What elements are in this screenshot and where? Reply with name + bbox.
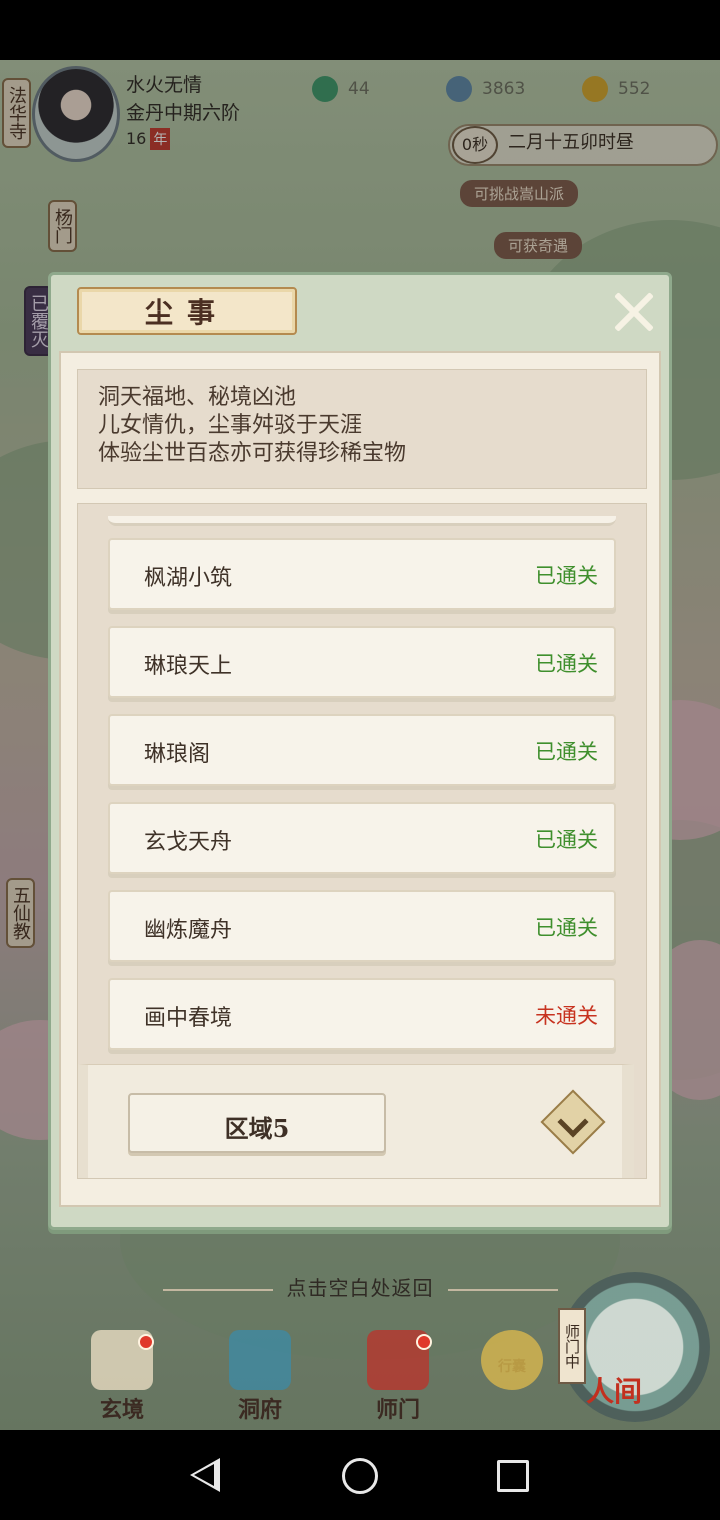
notification-dot — [138, 1334, 154, 1350]
list-item[interactable]: 玄戈天舟 已通关 — [108, 802, 616, 874]
dungeon-status: 已通关 — [535, 916, 598, 940]
nav-shimen[interactable]: 师门 — [348, 1330, 448, 1425]
bag-icon — [481, 1330, 543, 1390]
human-world-label: 人间 — [586, 1375, 643, 1408]
close-icon[interactable] — [611, 289, 657, 335]
dungeon-name: 枫湖小筑 — [144, 566, 233, 591]
dungeon-name: 琳琅阁 — [144, 742, 211, 767]
dungeon-list[interactable]: 枫湖小筑 已通关 琳琅天上 已通关 琳琅阁 已通关 玄戈天舟 已通关 幽炼魔舟 … — [77, 503, 647, 1179]
region-selector: 区域5 — [78, 1064, 634, 1178]
system-nav-bar — [0, 1430, 720, 1520]
dismiss-hint-text: 点击空白处返回 — [286, 1276, 434, 1300]
description-line: 洞天福地、秘境凶池 — [98, 385, 297, 410]
description-line: 体验尘世百态亦可获得珍稀宝物 — [98, 441, 407, 466]
in-sect-tag: 师门中 — [558, 1308, 586, 1384]
dungeon-status: 未通关 — [535, 1004, 598, 1028]
back-icon[interactable] — [190, 1458, 220, 1492]
list-item[interactable]: 琳琅阁 已通关 — [108, 714, 616, 786]
chevron-down-icon — [557, 1106, 589, 1138]
nav-xingnang[interactable]: 行囊 — [462, 1330, 562, 1425]
list-item[interactable]: 幽炼魔舟 已通关 — [108, 890, 616, 962]
dungeon-status: 已通关 — [535, 828, 598, 852]
nav-dongfu-label: 洞府 — [237, 1397, 282, 1423]
dungeon-status: 已通关 — [535, 740, 598, 764]
dungeon-name: 琳琅天上 — [144, 654, 233, 679]
expand-down-icon[interactable] — [540, 1089, 606, 1155]
nav-xuanjing-label: 玄境 — [99, 1397, 144, 1423]
list-item[interactable]: 琳琅天上 已通关 — [108, 626, 616, 698]
dungeon-status: 已通关 — [535, 564, 598, 588]
region-label: 区域5 — [224, 1114, 290, 1143]
panel-body: 洞天福地、秘境凶池 儿女情仇，尘事舛驳于天涯 体验尘世百态亦可获得珍稀宝物 枫湖… — [59, 351, 661, 1207]
description-line: 儿女情仇，尘事舛驳于天涯 — [98, 413, 363, 438]
home-icon[interactable] — [342, 1458, 378, 1494]
list-item[interactable]: 画中春境 未通关 — [108, 978, 616, 1050]
hint-left-ornament — [162, 1288, 273, 1291]
list-item[interactable]: 枫湖小筑 已通关 — [108, 538, 616, 610]
status-bar — [0, 0, 720, 60]
nav-xuanjing[interactable]: 玄境 — [72, 1330, 172, 1425]
nav-shimen-label: 师门 — [375, 1397, 420, 1423]
recent-apps-icon[interactable] — [497, 1460, 529, 1492]
dungeon-status: 已通关 — [535, 652, 598, 676]
hint-right-ornament — [447, 1288, 558, 1291]
region-button[interactable]: 区域5 — [128, 1093, 386, 1153]
chenshi-panel: 尘事 洞天福地、秘境凶池 儿女情仇，尘事舛驳于天涯 体验尘世百态亦可获得珍稀宝物… — [48, 272, 672, 1230]
dungeon-name: 玄戈天舟 — [144, 830, 233, 855]
pavilion-icon — [229, 1330, 291, 1390]
panel-title: 尘事 — [144, 296, 229, 329]
panel-description: 洞天福地、秘境凶池 儿女情仇，尘事舛驳于天涯 体验尘世百态亦可获得珍稀宝物 — [77, 369, 647, 489]
list-top-edge — [108, 516, 616, 526]
dungeon-name: 幽炼魔舟 — [144, 918, 233, 943]
notification-dot — [416, 1334, 432, 1350]
nav-dongfu[interactable]: 洞府 — [210, 1330, 310, 1425]
dungeon-name: 画中春境 — [144, 1006, 233, 1031]
